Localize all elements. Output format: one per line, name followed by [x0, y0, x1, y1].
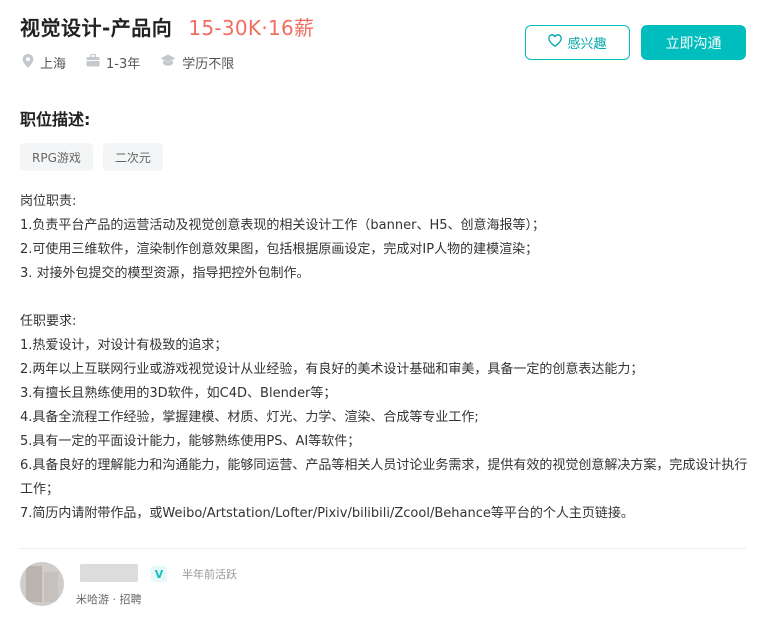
job-meta: 上海 1-3年 学历不限 [22, 53, 254, 72]
active-status: 半年前活跃 [182, 568, 237, 581]
heart-icon [548, 34, 567, 51]
chat-label: 立即沟通 [665, 35, 722, 52]
location-text: 上海 [40, 57, 67, 72]
location-item: 上海 [22, 53, 66, 72]
briefcase-icon [86, 53, 106, 71]
recruiter-name-blurred [80, 564, 138, 582]
requirement-item: 4.具备全流程工作经验，掌握建模、材质、灯光、力学、渲染、合成等专业工作; [20, 410, 479, 425]
requirement-item: 3.有擅长且熟练使用的3D软件，如C4D、Blender等； [20, 386, 337, 401]
chat-now-button[interactable]: 立即沟通 [641, 25, 746, 60]
job-description: 岗位职责: 1.负责平台产品的运营活动及视觉创意表现的相关设计工作（banner… [20, 190, 750, 526]
requirement-item: 5.具有一定的平面设计能力，能够熟练使用PS、AI等软件； [20, 434, 361, 449]
requirements-header: 任职要求: [20, 314, 77, 329]
location-icon [22, 53, 40, 72]
experience-text: 1-3年 [106, 57, 141, 72]
divider [20, 548, 746, 549]
interest-button[interactable]: 感兴趣 [525, 25, 630, 60]
verified-icon: V [151, 566, 167, 582]
tag-list: RPG游戏 二次元 [20, 143, 173, 171]
tag: 二次元 [102, 143, 163, 171]
requirement-item: 6.具备良好的理解能力和沟通能力，能够同运营、产品等相关人员讨论业务需求，提供有… [20, 458, 748, 497]
duty-item: 1.负责平台产品的运营活动及视觉创意表现的相关设计工作（banner、H5、创意… [20, 218, 545, 233]
salary: 15-30K·16薪 [188, 16, 315, 40]
requirement-item: 1.热爱设计，对设计有极致的追求； [20, 338, 228, 353]
requirement-item: 7.简历内请附带作品，或Weibo/Artstation/Lofter/Pixi… [20, 506, 634, 521]
education-item: 学历不限 [160, 53, 234, 72]
interest-label: 感兴趣 [567, 37, 607, 52]
education-text: 学历不限 [182, 57, 235, 72]
avatar-pixel [44, 572, 58, 602]
title-row: 视觉设计-产品向 15-30K·16薪 [20, 12, 314, 41]
duty-item: 2.可使用三维软件，渲染制作创意效果图，包括根据原画设定，完成对IP人物的建模渲… [20, 242, 539, 257]
requirement-item: 2.两年以上互联网行业或游戏视觉设计从业经验，有良好的美术设计基础和审美，具备一… [20, 362, 644, 377]
job-title: 视觉设计-产品向 [20, 16, 173, 40]
duty-item: 3. 对接外包提交的模型资源，指导把控外包制作。 [20, 266, 310, 281]
company-role: 米哈游 · 招聘 [76, 593, 142, 606]
experience-item: 1-3年 [86, 53, 140, 72]
duties-header: 岗位职责: [20, 194, 77, 209]
recruiter-card[interactable]: V 半年前活跃 米哈游 · 招聘 [20, 562, 420, 612]
section-title: 职位描述: [20, 110, 91, 129]
avatar[interactable] [20, 562, 64, 606]
tag: RPG游戏 [20, 143, 93, 171]
avatar-pixel [26, 566, 42, 602]
graduation-cap-icon [160, 54, 182, 71]
